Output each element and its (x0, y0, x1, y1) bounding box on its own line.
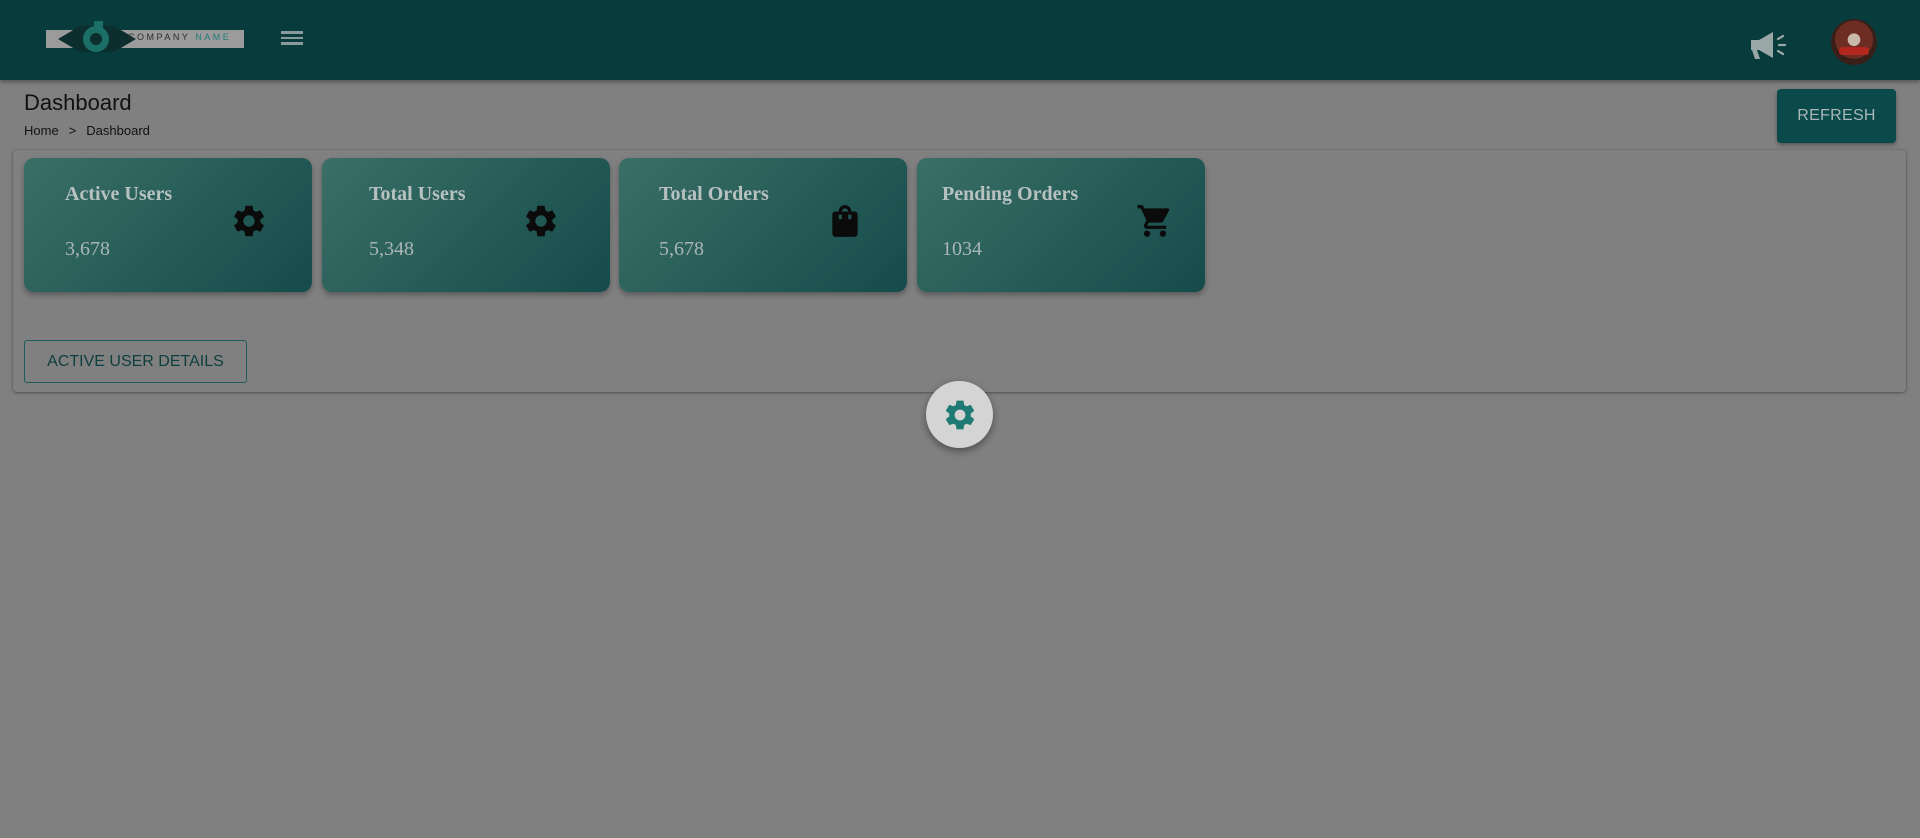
user-avatar[interactable] (1831, 19, 1877, 65)
card-value: 1034 (942, 238, 982, 260)
logo-brand-accent: NAME (195, 32, 232, 42)
logo-mark-icon (58, 21, 136, 52)
breadcrumb: Home > Dashboard (24, 123, 150, 138)
refresh-button[interactable]: REFRESH (1777, 89, 1896, 143)
card-title: Pending Orders (942, 183, 1079, 205)
logo-brand: COMPANY (128, 32, 191, 42)
card-value: 5,678 (659, 238, 704, 260)
card-total-users[interactable]: Total Users 5,348 (322, 158, 610, 292)
page-title: Dashboard (24, 90, 132, 115)
breadcrumb-home[interactable]: Home (24, 123, 59, 138)
active-user-details-button[interactable]: ACTIVE USER DETAILS (24, 340, 247, 383)
company-logo[interactable]: COMPANY NAME (46, 18, 244, 60)
settings-gear-icon (945, 400, 974, 429)
logo-text: COMPANY NAME (128, 32, 231, 42)
card-pending-orders[interactable]: Pending Orders 1034 (917, 158, 1205, 292)
breadcrumb-current: Dashboard (86, 123, 150, 138)
card-active-users[interactable]: Active Users 3,678 (24, 158, 312, 292)
avatar-scarf (1839, 47, 1869, 55)
card-total-orders[interactable]: Total Orders 5,678 (619, 158, 907, 292)
top-app-bar: COMPANY NAME (0, 0, 1920, 80)
shopping-cart-icon (1137, 205, 1170, 237)
megaphone-icon[interactable] (1745, 27, 1787, 63)
card-title: Total Users (369, 183, 466, 205)
breadcrumb-separator: > (68, 123, 77, 138)
menu-icon[interactable] (278, 28, 306, 52)
gear-icon (526, 205, 556, 237)
card-title: Active Users (65, 183, 173, 205)
card-title: Total Orders (659, 183, 769, 205)
card-value: 3,678 (65, 238, 110, 260)
shopping-bag-icon (832, 205, 858, 237)
settings-fab[interactable] (926, 381, 993, 448)
gear-icon (234, 205, 264, 237)
card-value: 5,348 (369, 238, 414, 260)
